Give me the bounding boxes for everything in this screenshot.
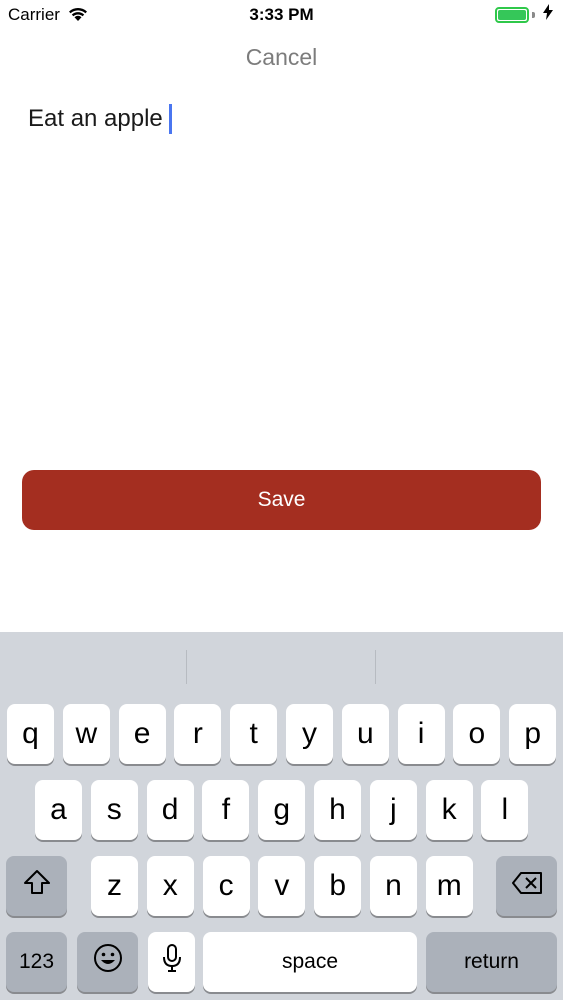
key-t[interactable]: t [230,704,278,764]
space-key[interactable]: space [203,932,417,992]
predictive-divider [186,650,187,684]
status-bar: Carrier 3:33 PM [0,0,563,30]
key-m[interactable]: m [425,856,473,916]
key-j[interactable]: j [369,780,417,840]
shift-icon [23,869,51,903]
cancel-button[interactable]: Cancel [0,44,563,71]
backspace-icon [511,869,543,903]
emoji-icon [93,943,123,981]
key-v[interactable]: v [258,856,306,916]
key-y[interactable]: y [286,704,333,764]
key-b[interactable]: b [314,856,362,916]
numbers-key[interactable]: 123 [6,932,67,992]
dictation-key[interactable] [148,932,195,992]
delete-key[interactable] [496,856,557,916]
microphone-icon [162,943,182,981]
key-z[interactable]: z [91,856,138,916]
key-g[interactable]: g [258,780,306,840]
key-w[interactable]: w [62,704,110,764]
key-f[interactable]: f [202,780,250,840]
key-i[interactable]: i [397,704,445,764]
predictive-divider [375,650,376,684]
save-button[interactable]: Save [22,470,541,530]
predictive-bar [0,632,563,688]
key-u[interactable]: u [341,704,389,764]
key-c[interactable]: c [202,856,250,916]
key-r[interactable]: r [174,704,222,764]
task-text-value: Eat an apple [28,105,163,132]
key-l[interactable]: l [481,780,529,840]
key-a[interactable]: a [35,780,82,840]
key-s[interactable]: s [90,780,138,840]
return-key[interactable]: return [426,932,557,992]
key-o[interactable]: o [453,704,501,764]
task-text-input[interactable]: Eat an apple [28,102,528,136]
key-k[interactable]: k [425,780,473,840]
battery-tip [532,12,535,18]
clock: 3:33 PM [249,5,314,24]
key-h[interactable]: h [314,780,361,840]
text-caret [168,104,172,134]
bolt-icon [543,4,553,25]
key-p[interactable]: p [509,704,557,764]
shift-key[interactable] [6,856,67,916]
battery-icon [495,7,529,23]
emoji-key[interactable] [77,932,138,992]
keyboard: qwertyuiop asdfghjkl zxcvbnm 123 space r… [0,632,563,1000]
key-q[interactable]: q [7,704,54,764]
key-d[interactable]: d [146,780,194,840]
key-e[interactable]: e [118,704,166,764]
key-n[interactable]: n [370,856,417,916]
key-x[interactable]: x [146,856,194,916]
